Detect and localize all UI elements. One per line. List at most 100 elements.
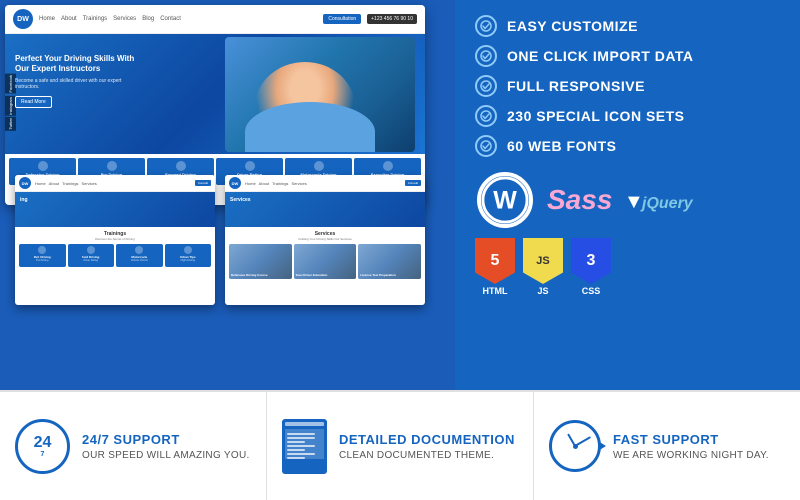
svg-text:W: W [493,187,517,215]
card-icon [107,161,117,171]
mini-nav-2: DW Home About Trainings Services Consult [15,175,215,192]
clock-center [573,444,578,449]
clock-speed-arrow [598,441,606,451]
doc-line-6 [287,453,315,455]
check-icon-2 [475,45,497,67]
js-badge: JS JS [523,238,563,296]
sass-logo: Sass [547,184,612,216]
right-panel: EASY CUSTOMIZE ONE CLICK IMPORT DATA FUL… [455,0,800,390]
feature-label-4: 230 SPECIAL ICON SETS [507,108,685,124]
html5-label: HTML [483,286,508,296]
support-24-icon: 24 7 [15,419,70,474]
jquery-logo: ▼ jQuery [624,185,704,215]
svg-text:▼: ▼ [624,191,644,213]
mockup-consult-btn: Consultation [323,14,361,24]
css3-label: CSS [582,286,601,296]
feature-one-click: ONE CLICK IMPORT DATA [475,45,780,67]
mockup-navbar: DW Home About Trainings Services Blog Co… [5,5,425,34]
doc-line-5 [287,449,305,451]
feature-web-fonts: 60 WEB FONTS [475,135,780,157]
discover-title: Discover the Secret of Driving [19,237,211,241]
mockup-hero: Facebook Instagram Twitter Perfect Your … [5,34,425,154]
doc-line-7 [287,457,305,459]
mockup-wrapper: DW Home About Trainings Services Blog Co… [0,0,455,390]
doc-line-1 [287,433,315,435]
mockup-read-more: Read More [15,96,52,108]
card-icon [383,161,393,171]
html5-badge: 5 HTML [475,238,515,296]
tech-logos-area: W Sass ▼ jQuery [475,170,780,296]
css3-num: 3 [587,253,596,269]
feature-label-2: ONE CLICK IMPORT DATA [507,48,694,64]
feature-full-responsive: FULL RESPONSIVE [475,75,780,97]
mockup-hero-title: Perfect Your Driving Skills With Our Exp… [15,54,135,75]
card-icon [38,161,48,171]
feature-label-3: FULL RESPONSIVE [507,78,645,94]
training-cards: Def. Driving Pro Driving Fwd Driving Dri… [19,244,211,267]
mockup-logo: DW [13,9,33,29]
html5-shield: 5 [475,238,515,284]
mockup-hero-image [220,34,420,154]
mini-logo-2: DW [19,177,31,189]
js-shield: JS [523,238,563,284]
mockup-hero-sub: Become a safe and skilled driver with ou… [15,78,125,90]
mockup-hero-text: Perfect Your Driving Skills With Our Exp… [15,54,135,108]
t-icon [184,246,192,254]
document-icon [282,419,327,474]
mini-nav-links-3: Home About Trainings Services [245,181,401,186]
card-icon [245,161,255,171]
mini-nav-3: DW Home About Trainings Services Consult [225,175,425,192]
sass-text: Sass [547,184,612,215]
css3-shield: 3 [571,238,611,284]
trainings-section: Trainings Discover the Secret of Driving… [15,227,215,271]
feature-label-1: EASY CUSTOMIZE [507,18,638,34]
feature-icon-sets: 230 SPECIAL ICON SETS [475,105,780,127]
person-in-car [225,37,415,152]
service-img-2: Teen Driver Education [294,244,357,279]
feature-label-5: 60 WEB FONTS [507,138,616,154]
check-icon-4 [475,105,497,127]
doc-icon [282,419,327,474]
wordpress-logo: W [475,170,535,230]
doc-line-4 [287,445,315,447]
service-img-1: Defensive Driving Course [229,244,292,279]
support-247-desc: OUR SPEED WILL AMAZING YOU. [82,450,250,461]
detailed-doc-desc: CLEAN DOCUMENTED THEME. [339,450,515,461]
tech-row-1: W Sass ▼ jQuery [475,170,780,230]
mini-nav-links-2: Home About Trainings Services [35,181,191,186]
support-247-title: 24/7 SUPPORT [82,432,250,447]
card-icon [314,161,324,171]
doc-line-2 [287,437,315,439]
support-247-panel: 24 7 24/7 SUPPORT OUR SPEED WILL AMAZING… [0,392,267,500]
twenty-four-label: 24 [34,435,52,451]
service-grid: Defensive Driving Course Teen Driver Edu… [229,244,421,279]
svg-text:jQuery: jQuery [640,195,694,212]
crafting-title: Crafting Your Driving Skills Our Service… [229,237,421,241]
mockup-logo-text: DW [17,16,29,23]
t-icon [135,246,143,254]
tech-row-2: 5 HTML JS JS 3 CSS [475,238,780,296]
card-icon [176,161,186,171]
wp-circle: W [477,172,533,228]
tc-defensive: Def. Driving Pro Driving [19,244,66,267]
doc-lines [287,433,315,459]
top-section: DW Home About Trainings Services Blog Co… [0,0,800,390]
mini-hero-3: Services [225,192,425,227]
t-icon [87,246,95,254]
js-label: JS [537,286,548,296]
support-247-text: 24/7 SUPPORT OUR SPEED WILL AMAZING YOU. [82,432,250,461]
support-24-circle: 24 7 [15,419,70,474]
bottom-section: 24 7 24/7 SUPPORT OUR SPEED WILL AMAZING… [0,390,800,500]
mini-hero-text-3: Services [230,197,251,203]
detailed-doc-panel: DETAILED DOCUMENTION CLEAN DOCUMENTED TH… [267,392,534,500]
doc-line-3 [287,441,305,443]
fast-support-desc: WE ARE WORKING NIGHT DAY. [613,450,769,461]
tc-urban: Urban Tips Night Driving [165,244,212,267]
feature-easy-customize: EASY CUSTOMIZE [475,15,780,37]
tc-motorcycle: Motorcycle Vehicle Control [116,244,163,267]
detailed-doc-title: DETAILED DOCUMENTION [339,432,515,447]
html5-num: 5 [491,253,500,269]
check-icon-1 [475,15,497,37]
mini-hero-text-2: ing [20,197,28,203]
slash-label: 7 [41,451,45,458]
